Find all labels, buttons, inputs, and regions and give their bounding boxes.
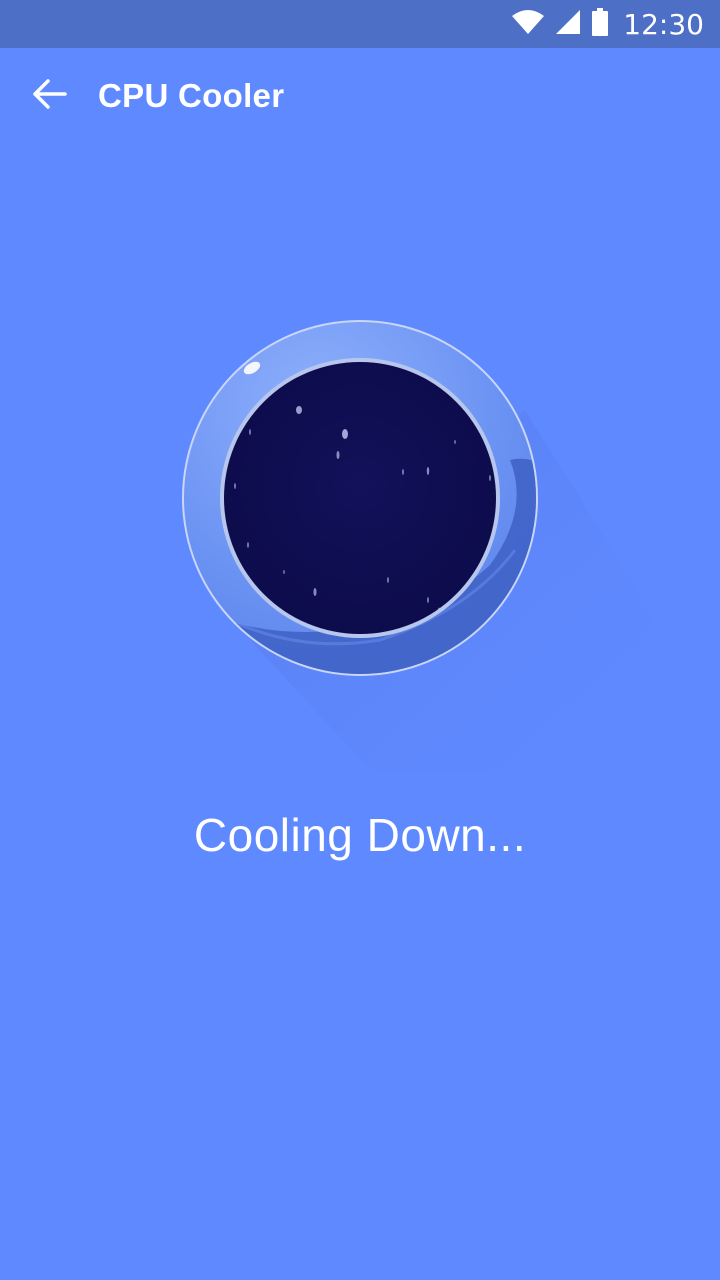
wifi-icon	[511, 9, 545, 40]
status-bar: 12:30	[0, 0, 720, 48]
cellular-signal-icon	[555, 9, 581, 40]
battery-icon	[591, 7, 609, 41]
arrow-left-icon	[32, 78, 68, 115]
page-title: CPU Cooler	[98, 77, 285, 114]
cooler-core	[224, 362, 496, 634]
back-button[interactable]	[18, 64, 82, 128]
app-bar: CPU Cooler	[0, 48, 720, 144]
status-time: 12:30	[623, 7, 704, 41]
cpu-cooler-graphic	[170, 310, 650, 770]
cooling-status-text: Cooling Down...	[193, 809, 527, 861]
